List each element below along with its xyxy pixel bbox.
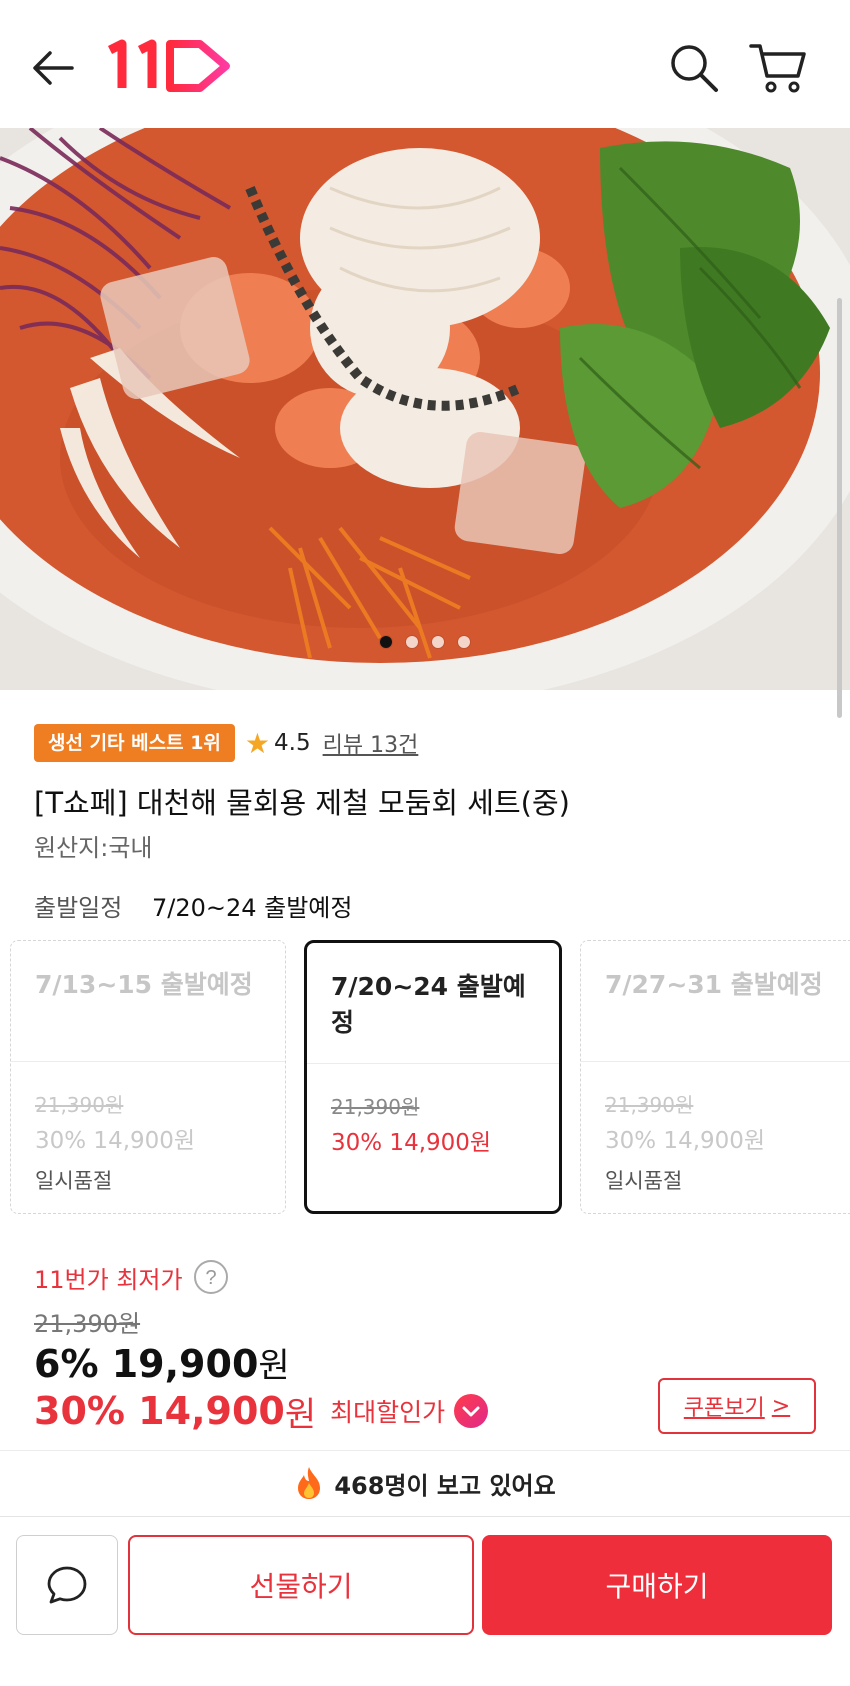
option-sale-price: 30% 14,900원 xyxy=(605,1128,766,1154)
option-original-price: 21,390원 xyxy=(35,1093,124,1117)
carousel-dot[interactable] xyxy=(458,636,470,648)
svg-text:?: ? xyxy=(205,1267,216,1289)
departure-value: 7/20~24 출발예정 xyxy=(151,894,353,922)
option-card-1[interactable]: 7/13~15 출발예정 21,390원 30% 14,900원 일시품절 xyxy=(10,940,286,1214)
option-divider xyxy=(581,1061,850,1062)
back-arrow-icon[interactable] xyxy=(28,42,80,94)
buy-button[interactable]: 구매하기 xyxy=(482,1535,832,1635)
max-discount-price-row: 30% 14,900 원 최대할인가 xyxy=(34,1384,489,1438)
option-card-2[interactable]: 7/20~24 출발예정 21,390원 30% 14,900원 xyxy=(304,940,562,1214)
sale-price-amount: 30% 14,900 xyxy=(34,1389,285,1433)
carousel-dot[interactable] xyxy=(380,636,392,648)
section-divider xyxy=(0,1450,850,1451)
carousel-indicators xyxy=(0,636,850,648)
option-divider xyxy=(307,1063,559,1064)
option-title: 7/13~15 출발예정 xyxy=(35,970,253,999)
star-icon: ★ xyxy=(244,726,271,760)
option-title: 7/27~31 출발예정 xyxy=(605,970,823,999)
chat-bubble-icon xyxy=(47,1566,87,1604)
departure-label: 출발일정 xyxy=(34,894,123,922)
max-discount-label: 최대할인가 xyxy=(330,1398,446,1427)
top-header xyxy=(0,0,850,128)
page-scrollbar[interactable] xyxy=(837,298,842,718)
help-icon[interactable]: ? xyxy=(193,1259,229,1295)
original-price: 21,390원 xyxy=(34,1310,141,1338)
current-price: 6% 19,900원 xyxy=(34,1338,290,1387)
option-sale-price: 30% 14,900원 xyxy=(331,1130,492,1156)
fire-icon xyxy=(298,1467,321,1499)
departure-schedule: 출발일정 7/20~24 출발예정 xyxy=(34,888,352,923)
badge-rating-row: 생선 기타 베스트 1위 ★ 4.5 리뷰 13건 xyxy=(34,724,418,762)
review-link[interactable]: 리뷰 13건 xyxy=(323,727,419,759)
product-origin: 원산지:국내 xyxy=(34,834,153,862)
coupon-chevron: > xyxy=(771,1393,791,1419)
chat-button[interactable] xyxy=(16,1535,118,1635)
sale-price-unit: 원 xyxy=(284,1394,317,1435)
lowest-price-label: 11번가 최저가 xyxy=(34,1265,183,1294)
rating-value: 4.5 xyxy=(274,730,311,756)
current-price-unit: 원 xyxy=(258,1346,290,1386)
bottom-action-bar: 선물하기 구매하기 xyxy=(0,1516,850,1686)
carousel-dot[interactable] xyxy=(406,636,418,648)
option-original-price: 21,390원 xyxy=(605,1093,694,1117)
product-photo xyxy=(0,128,850,690)
product-image-carousel[interactable] xyxy=(0,128,850,690)
coupon-view-button[interactable]: 쿠폰보기 > xyxy=(658,1378,816,1434)
current-price-amount: 6% 19,900 xyxy=(34,1342,259,1386)
logo[interactable] xyxy=(106,36,232,96)
coupon-button-label: 쿠폰보기 xyxy=(683,1396,765,1421)
option-title: 7/20~24 출발예정 xyxy=(331,972,526,1037)
option-status: 일시품절 xyxy=(35,1169,113,1193)
carousel-dot[interactable] xyxy=(432,636,444,648)
option-divider xyxy=(11,1061,285,1062)
option-sale-price: 30% 14,900원 xyxy=(35,1128,196,1154)
search-icon[interactable] xyxy=(666,40,722,96)
option-status: 일시품절 xyxy=(605,1169,683,1193)
viewer-count-row: 468명이 보고 있어요 xyxy=(0,1462,850,1504)
chevron-down-icon[interactable] xyxy=(453,1393,489,1429)
gift-button[interactable]: 선물하기 xyxy=(128,1535,474,1635)
product-title: [T쇼페] 대천해 물회용 제철 모둠회 세트(중) xyxy=(34,786,570,820)
viewer-count-text: 468명이 보고 있어요 xyxy=(334,1471,556,1500)
lowest-price-row: 11번가 최저가 ? xyxy=(34,1258,229,1296)
cart-icon[interactable] xyxy=(748,40,808,96)
best-seller-badge: 생선 기타 베스트 1위 xyxy=(34,724,235,762)
option-card-3[interactable]: 7/27~31 출발예정 21,390원 30% 14,900원 일시품절 xyxy=(580,940,850,1214)
option-original-price: 21,390원 xyxy=(331,1095,420,1119)
